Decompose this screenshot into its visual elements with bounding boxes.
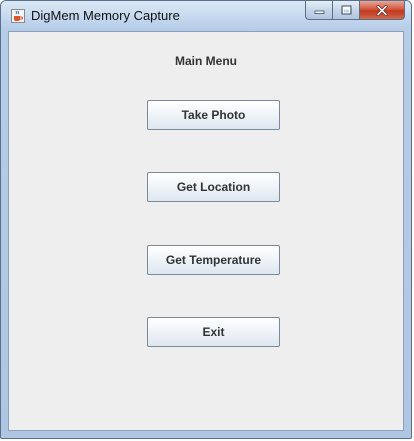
main-menu-title: Main Menu [175, 54, 237, 68]
take-photo-button[interactable]: Take Photo [147, 100, 280, 130]
maximize-button[interactable] [332, 1, 359, 20]
window-controls [305, 1, 405, 21]
java-cup-icon[interactable] [11, 9, 25, 23]
get-location-button[interactable]: Get Location [147, 172, 280, 202]
title-bar[interactable]: DigMem Memory Capture [1, 1, 411, 31]
exit-button[interactable]: Exit [147, 317, 280, 347]
get-temperature-button[interactable]: Get Temperature [147, 245, 280, 275]
maximize-icon [341, 5, 351, 15]
main-menu-panel: Main Menu Take Photo Get Location Get Te… [8, 31, 404, 431]
close-button[interactable] [359, 1, 405, 20]
window-title: DigMem Memory Capture [31, 8, 180, 23]
minimize-button[interactable] [305, 1, 332, 20]
close-icon [376, 4, 388, 16]
minimize-icon [314, 10, 324, 14]
app-window: DigMem Memory Capture Main Menu Take Pho… [0, 0, 412, 439]
